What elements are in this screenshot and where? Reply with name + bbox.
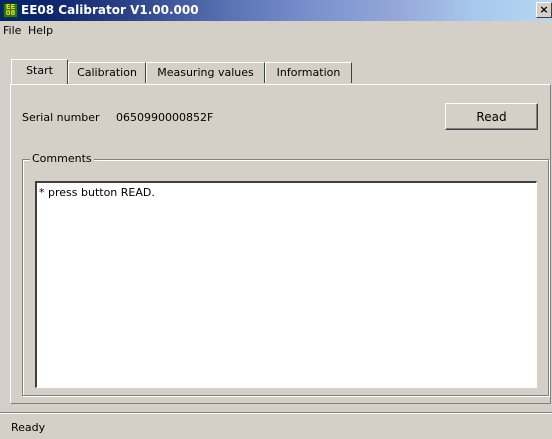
menu-bar: File Help bbox=[0, 21, 552, 40]
tab-label: Measuring values bbox=[157, 66, 254, 79]
window-title: EE08 Calibrator V1.00.000 bbox=[21, 3, 199, 17]
menu-help[interactable]: Help bbox=[27, 23, 54, 38]
tab-label: Start bbox=[26, 64, 53, 77]
close-button[interactable]: × bbox=[536, 2, 552, 18]
app-icon: EE 08 bbox=[3, 3, 18, 18]
tab-strip: Start Calibration Measuring values Infor… bbox=[0, 40, 552, 85]
status-text: Ready bbox=[11, 421, 46, 434]
comments-label: Comments bbox=[30, 152, 94, 166]
title-bar[interactable]: EE 08 EE08 Calibrator V1.00.000 × bbox=[0, 0, 552, 21]
read-button[interactable]: Read bbox=[445, 103, 538, 130]
tab-calibration[interactable]: Calibration bbox=[68, 62, 146, 83]
status-divider bbox=[0, 412, 552, 414]
menu-file[interactable]: File bbox=[2, 23, 22, 38]
serial-number-value: 0650990000852F bbox=[116, 111, 214, 124]
status-bar: Ready bbox=[0, 416, 552, 439]
comments-textarea[interactable]: * press button READ. bbox=[35, 181, 537, 388]
tab-label: Calibration bbox=[77, 66, 137, 79]
tab-label: Information bbox=[276, 66, 341, 79]
serial-number-label: Serial number bbox=[22, 111, 100, 124]
tab-information[interactable]: Information bbox=[265, 62, 352, 83]
tab-start[interactable]: Start bbox=[11, 59, 68, 84]
close-icon: × bbox=[539, 3, 549, 16]
tab-measuring-values[interactable]: Measuring values bbox=[146, 62, 265, 83]
